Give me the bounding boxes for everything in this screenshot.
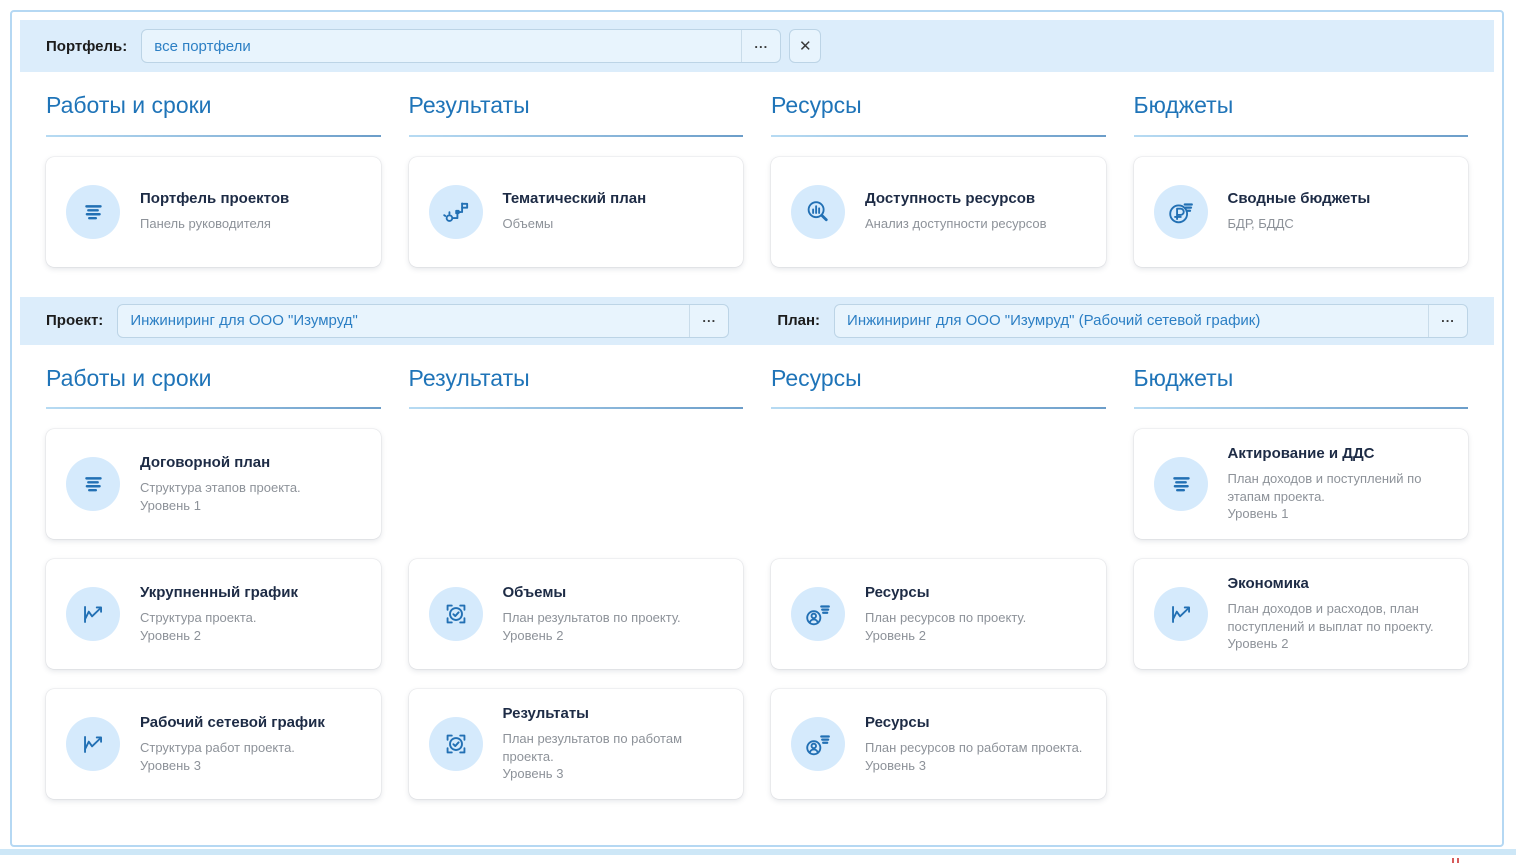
card-title: Объемы (502, 584, 567, 602)
portfolio-label: Портфель: (46, 37, 128, 55)
list-icon (66, 184, 120, 239)
bottom-strip (0, 849, 1516, 855)
header-underline (46, 407, 381, 410)
portfolio-more-button[interactable]: ... (741, 30, 780, 62)
card-summary-budgets[interactable]: Сводные бюджеты БДР, БДДС (1133, 156, 1468, 267)
portfolio-input[interactable]: все портфели ... (141, 29, 782, 63)
list-icon (1153, 457, 1208, 512)
card-subtitle: Панель руководителя (140, 216, 271, 232)
card-thematic-plan[interactable]: Тематический план Объемы (408, 156, 743, 267)
card-subtitle: Структура проекта. Уровень 2 (140, 610, 257, 643)
card-subtitle: План результатов по проекту. Уровень 2 (502, 610, 681, 643)
close-icon: ✕ (798, 38, 812, 55)
header-underline (1133, 407, 1468, 410)
card-title: Ресурсы (865, 584, 930, 602)
card-title: Тематический план (502, 190, 647, 208)
card-subtitle: БДР, БДДС (1227, 216, 1294, 232)
card-subtitle: План ресурсов по проекту. Уровень 2 (865, 610, 1027, 643)
portfolio-filter-bar: Портфель: все портфели ... ✕ (20, 20, 1494, 72)
target-icon (428, 587, 483, 642)
card-working-network-schedule[interactable]: Рабочий сетевой график Структура работ п… (46, 689, 381, 800)
portfolio-section: Работы и сроки Результаты Ресурсы Бюджет… (20, 92, 1494, 267)
chart-icon (1153, 587, 1208, 642)
project-more-button[interactable]: ... (689, 304, 728, 337)
portfolio-clear-button[interactable]: ✕ (789, 29, 822, 63)
project-input[interactable]: Инжиниринг для ООО "Изумруд" ... (117, 303, 730, 338)
header-underline (771, 134, 1106, 137)
card-subtitle: План доходов и поступлений по этапам про… (1227, 471, 1422, 522)
card-volumes[interactable]: Объемы План результатов по проекту. Уров… (408, 559, 743, 670)
card-title: Актирование и ДДС (1227, 445, 1375, 463)
plan-input[interactable]: Инжиниринг для ООО "Изумруд" (Рабочий се… (834, 303, 1468, 338)
chart-icon (66, 587, 120, 642)
card-title: Портфель проектов (140, 190, 290, 208)
list-icon (66, 457, 120, 512)
project-filter-bar: Проект: Инжиниринг для ООО "Изумруд" ...… (20, 296, 1494, 345)
card-subtitle: Анализ доступности ресурсов (865, 216, 1047, 232)
card-economics[interactable]: Экономика План доходов и расходов, план … (1133, 559, 1468, 670)
column-header-budgets: Бюджеты (1133, 365, 1468, 410)
card-subtitle: План ресурсов по работам проекта. Уровен… (865, 740, 1083, 773)
search-chart-icon (791, 184, 845, 239)
card-title: Сводные бюджеты (1227, 190, 1371, 208)
target-icon (428, 717, 483, 772)
project-label: Проект: (46, 312, 104, 330)
card-title: Рабочий сетевой график (140, 714, 325, 732)
card-subtitle: Структура работ проекта. Уровень 3 (140, 740, 295, 773)
dashboard-frame: Портфель: все портфели ... ✕ Работы и ср… (10, 10, 1504, 847)
card-subtitle: Объемы (502, 216, 554, 232)
card-title: Договорной план (140, 454, 271, 472)
header-underline (408, 407, 743, 410)
card-resource-availability[interactable]: Доступность ресурсов Анализ доступности … (771, 156, 1106, 267)
card-resources-works[interactable]: Ресурсы План ресурсов по работам проекта… (771, 689, 1106, 800)
plan-value[interactable]: Инжиниринг для ООО "Изумруд" (Рабочий се… (835, 305, 1428, 337)
header-underline (408, 134, 743, 137)
card-title: Ресурсы (865, 714, 930, 732)
card-subtitle: План результатов по работам проекта. Уро… (502, 731, 683, 782)
column-header-works: Работы и сроки (46, 92, 381, 137)
column-header-resources: Ресурсы (771, 365, 1106, 410)
plan-more-button[interactable]: ... (1428, 304, 1467, 337)
card-title: Экономика (1227, 575, 1309, 593)
card-acts-and-dds[interactable]: Актирование и ДДС План доходов и поступл… (1133, 429, 1468, 540)
card-contract-plan[interactable]: Договорной план Структура этапов проекта… (46, 429, 381, 540)
column-header-budgets: Бюджеты (1133, 92, 1468, 137)
header-underline (771, 407, 1106, 410)
header-underline (1133, 134, 1468, 137)
header-underline (46, 134, 381, 137)
chart-icon (66, 717, 120, 772)
card-portfolio-projects[interactable]: Портфель проектов Панель руководителя (46, 156, 381, 267)
ruble-icon (1153, 184, 1208, 239)
card-results[interactable]: Результаты План результатов по работам п… (408, 689, 743, 800)
artifact-red-mark (1452, 850, 1488, 863)
card-resources-project[interactable]: Ресурсы План ресурсов по проекту. Уровен… (771, 559, 1106, 670)
project-value[interactable]: Инжиниринг для ООО "Изумруд" (118, 305, 689, 337)
portfolio-value[interactable]: все портфели (142, 30, 741, 62)
card-title: Укрупненный график (140, 584, 298, 602)
card-subtitle: План доходов и расходов, план поступлени… (1227, 601, 1434, 652)
column-header-results: Результаты (408, 92, 743, 137)
card-subtitle: Структура этапов проекта. Уровень 1 (140, 480, 301, 513)
workflow-icon (428, 184, 483, 239)
column-header-works: Работы и сроки (46, 365, 381, 410)
person-lines-icon (791, 587, 845, 642)
card-title: Результаты (502, 705, 589, 723)
column-header-results: Результаты (408, 365, 743, 410)
column-header-resources: Ресурсы (771, 92, 1106, 137)
card-enlarged-schedule[interactable]: Укрупненный график Структура проекта. Ур… (46, 559, 381, 670)
project-section: Работы и сроки Результаты Ресурсы Бюджет… (20, 365, 1494, 800)
person-lines-icon (791, 717, 845, 772)
card-title: Доступность ресурсов (865, 190, 1036, 208)
plan-label: План: (777, 312, 821, 330)
